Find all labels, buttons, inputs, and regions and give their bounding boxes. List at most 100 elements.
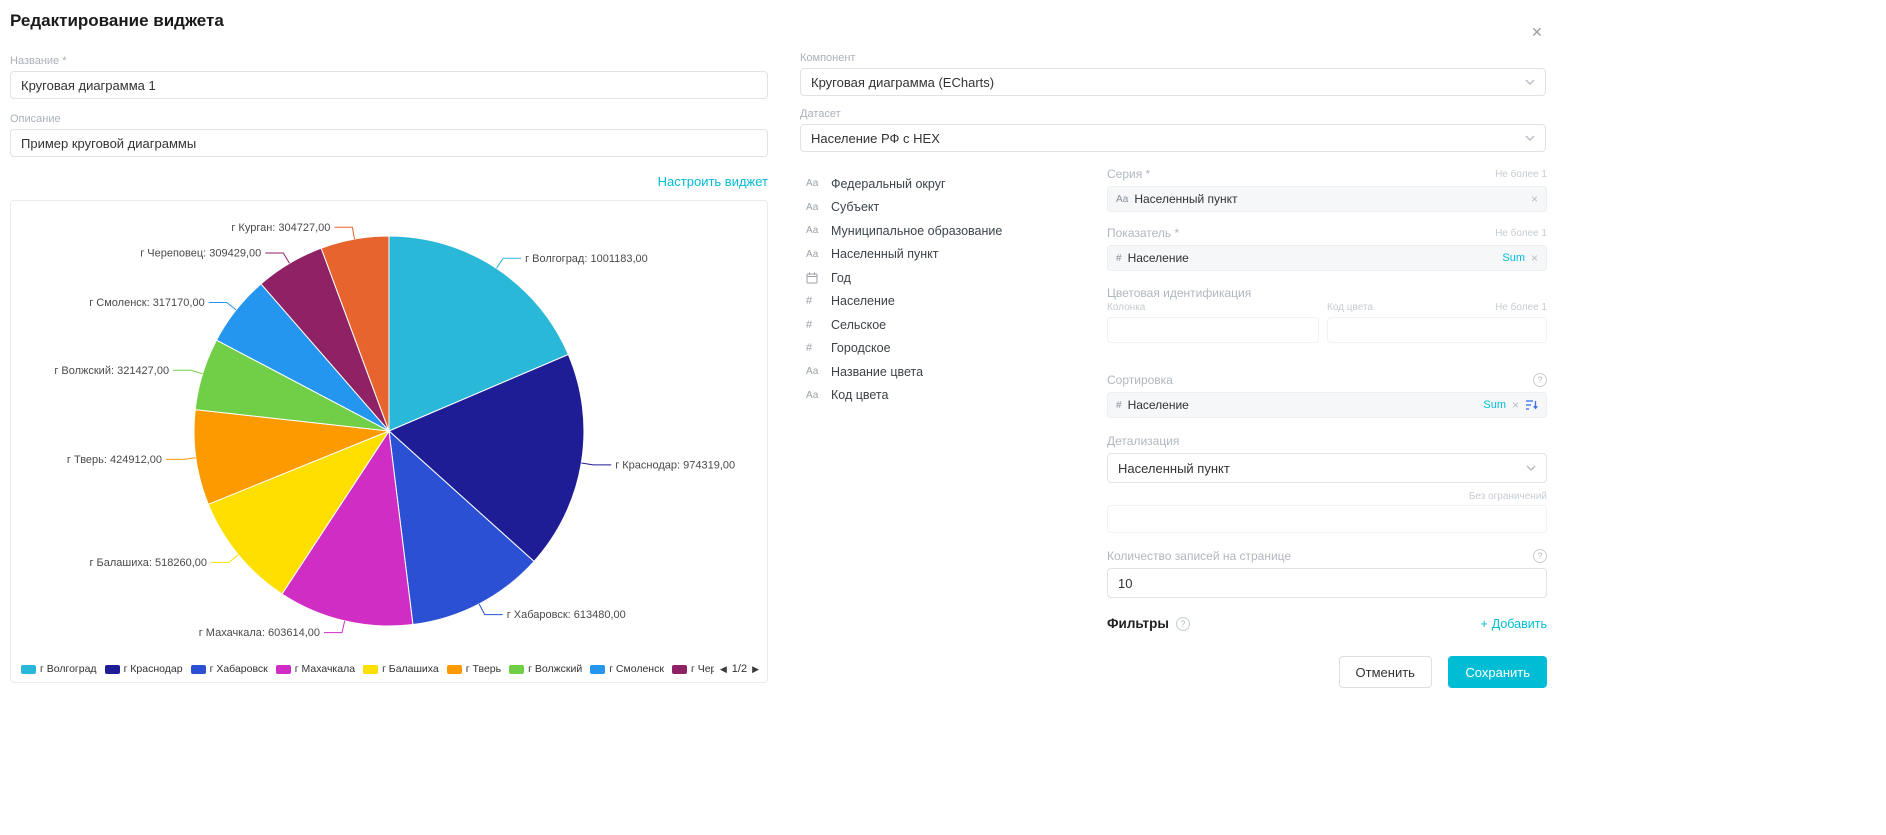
dataset-field[interactable]: Год <box>806 266 1106 290</box>
detail-label: Детализация <box>1107 434 1179 448</box>
legend-item[interactable]: г Волгоград <box>21 663 97 675</box>
widget-config-panel: Серия * Не более 1 Аа Населенный пункт ×… <box>1107 163 1547 631</box>
pie-label: г Волжский: 321427,00 <box>54 365 169 377</box>
dataset-field[interactable]: АаНазвание цвета <box>806 360 1106 384</box>
dataset-field[interactable]: # Сельское <box>806 313 1106 337</box>
footer-buttons: Отменить Сохранить <box>1107 656 1547 688</box>
pie-label: г Хабаровск: 613480,00 <box>507 609 626 621</box>
dataset-field[interactable]: АаФедеральный округ <box>806 172 1106 196</box>
dataset-fields-list: АаФедеральный округАаСубъектАаМуниципаль… <box>806 172 1106 407</box>
dialog-title: Редактирование виджета <box>10 11 224 31</box>
legend-marker-icon <box>191 665 206 674</box>
dataset-field[interactable]: АаМуниципальное образование <box>806 219 1106 243</box>
pie-label: г Смоленск: 317170,00 <box>89 297 204 309</box>
sort-agg-tag[interactable]: Sum <box>1483 399 1506 411</box>
legend-label: г Волгоград <box>40 663 97 675</box>
field-label: Городское <box>831 341 891 355</box>
color-code-sublabel: Код цвета <box>1327 302 1373 313</box>
metric-limit-hint: Не более 1 <box>1495 228 1547 239</box>
detail-select[interactable]: Населенный пункт <box>1107 453 1547 483</box>
series-field[interactable]: Аа Населенный пункт × <box>1107 186 1547 212</box>
legend-label: г Тверь <box>466 663 501 675</box>
chevron-down-icon <box>1526 465 1536 471</box>
legend-item[interactable]: г Краснодар <box>105 663 183 675</box>
number-icon: # <box>806 319 823 331</box>
chart-legend-row: г Волгоград г Краснодар г Хабаровск г Махач… <box>21 663 759 675</box>
save-button[interactable]: Сохранить <box>1448 656 1547 688</box>
pie-label-line <box>334 227 354 239</box>
add-filter-link[interactable]: + Добавить <box>1480 617 1547 631</box>
sort-help-icon[interactable]: ? <box>1533 373 1547 387</box>
pie-label-line <box>211 555 238 563</box>
widget-name-input[interactable] <box>10 71 768 99</box>
page-size-input[interactable] <box>1107 568 1547 598</box>
sort-field[interactable]: # Население Sum × <box>1107 392 1547 418</box>
color-code-input[interactable] <box>1327 317 1547 343</box>
legend-item[interactable]: г Смоленск <box>590 663 664 675</box>
dataset-field[interactable]: # Городское <box>806 337 1106 361</box>
dataset-field[interactable]: Аа Код цвета <box>806 384 1106 408</box>
text-icon: Аа <box>806 178 823 189</box>
widget-description-input[interactable] <box>10 129 768 157</box>
text-icon: Аа <box>1116 194 1128 205</box>
legend-prev-icon[interactable]: ◀ <box>720 664 727 675</box>
legend-label: г Краснодар <box>124 663 183 675</box>
number-icon: # <box>1116 253 1122 264</box>
series-label: Серия * <box>1107 167 1150 181</box>
legend-item[interactable]: г Тверь <box>447 663 501 675</box>
configure-widget-link[interactable]: Настроить виджет <box>658 174 768 189</box>
metric-field[interactable]: # Население Sum × <box>1107 245 1547 271</box>
dataset-field[interactable]: #Население <box>806 290 1106 314</box>
sort-label: Сортировка <box>1107 373 1173 387</box>
text-icon: Аа <box>806 249 823 260</box>
pie-label-line <box>581 463 611 465</box>
sort-order-icon[interactable] <box>1525 399 1538 411</box>
text-icon: Аа <box>806 366 823 377</box>
chart-preview: г Волгоград: 1001183,00 г Краснодар: 9743… <box>10 200 768 683</box>
description-label: Описание <box>10 113 768 125</box>
pie-label-line <box>209 303 236 310</box>
filters-help-icon[interactable]: ? <box>1176 617 1190 631</box>
legend-item[interactable]: г Махачкала <box>276 663 355 675</box>
remove-metric-icon[interactable]: × <box>1531 252 1538 264</box>
cancel-button[interactable]: Отменить <box>1339 656 1432 688</box>
number-icon: # <box>806 295 823 307</box>
legend-next-icon[interactable]: ▶ <box>752 664 759 675</box>
limit-input[interactable] <box>1107 505 1547 533</box>
series-limit-hint: Не более 1 <box>1495 169 1547 180</box>
color-column-input[interactable] <box>1107 317 1319 343</box>
field-label: Код цвета <box>831 388 888 402</box>
number-icon: # <box>806 342 823 354</box>
component-select[interactable]: Круговая диаграмма (ECharts) <box>800 68 1546 96</box>
sort-chip-label: Население <box>1128 398 1189 412</box>
legend-item[interactable]: г Волжский <box>509 663 582 675</box>
legend-marker-icon <box>21 665 36 674</box>
text-icon: Аа <box>806 390 823 401</box>
pie-label-line <box>265 253 289 263</box>
remove-series-icon[interactable]: × <box>1531 193 1538 205</box>
legend-item[interactable]: г Балашиха <box>363 663 439 675</box>
add-filter-label: Добавить <box>1492 617 1547 631</box>
dataset-select[interactable]: Население РФ с HEX <box>800 124 1546 152</box>
field-label: Населенный пункт <box>831 247 939 261</box>
series-chip-label: Населенный пункт <box>1134 192 1237 206</box>
remove-sort-icon[interactable]: × <box>1512 399 1519 411</box>
pie-label: г Балашиха: 518260,00 <box>89 557 207 569</box>
legend-item[interactable]: г Хабаровск <box>191 663 268 675</box>
component-label: Компонент <box>800 52 1546 64</box>
pie-label-line <box>479 604 503 615</box>
legend-label: г Волжский <box>528 663 582 675</box>
pie-label: г Волгоград: 1001183,00 <box>525 253 648 265</box>
dataset-field[interactable]: Аа Населенный пункт <box>806 243 1106 267</box>
close-icon[interactable]: ✕ <box>1531 24 1543 41</box>
page-size-label: Количество записей на странице <box>1107 549 1291 563</box>
field-label: Сельское <box>831 318 886 332</box>
legend-item[interactable]: г Череповец <box>672 663 714 675</box>
chevron-down-icon <box>1525 135 1535 141</box>
legend-label: г Смоленск <box>609 663 664 675</box>
metric-agg-tag[interactable]: Sum <box>1502 252 1525 264</box>
dataset-field[interactable]: АаСубъект <box>806 196 1106 220</box>
legend-marker-icon <box>447 665 462 674</box>
pie-label: г Краснодар: 974319,00 <box>615 459 735 471</box>
page-size-help-icon[interactable]: ? <box>1533 549 1547 563</box>
